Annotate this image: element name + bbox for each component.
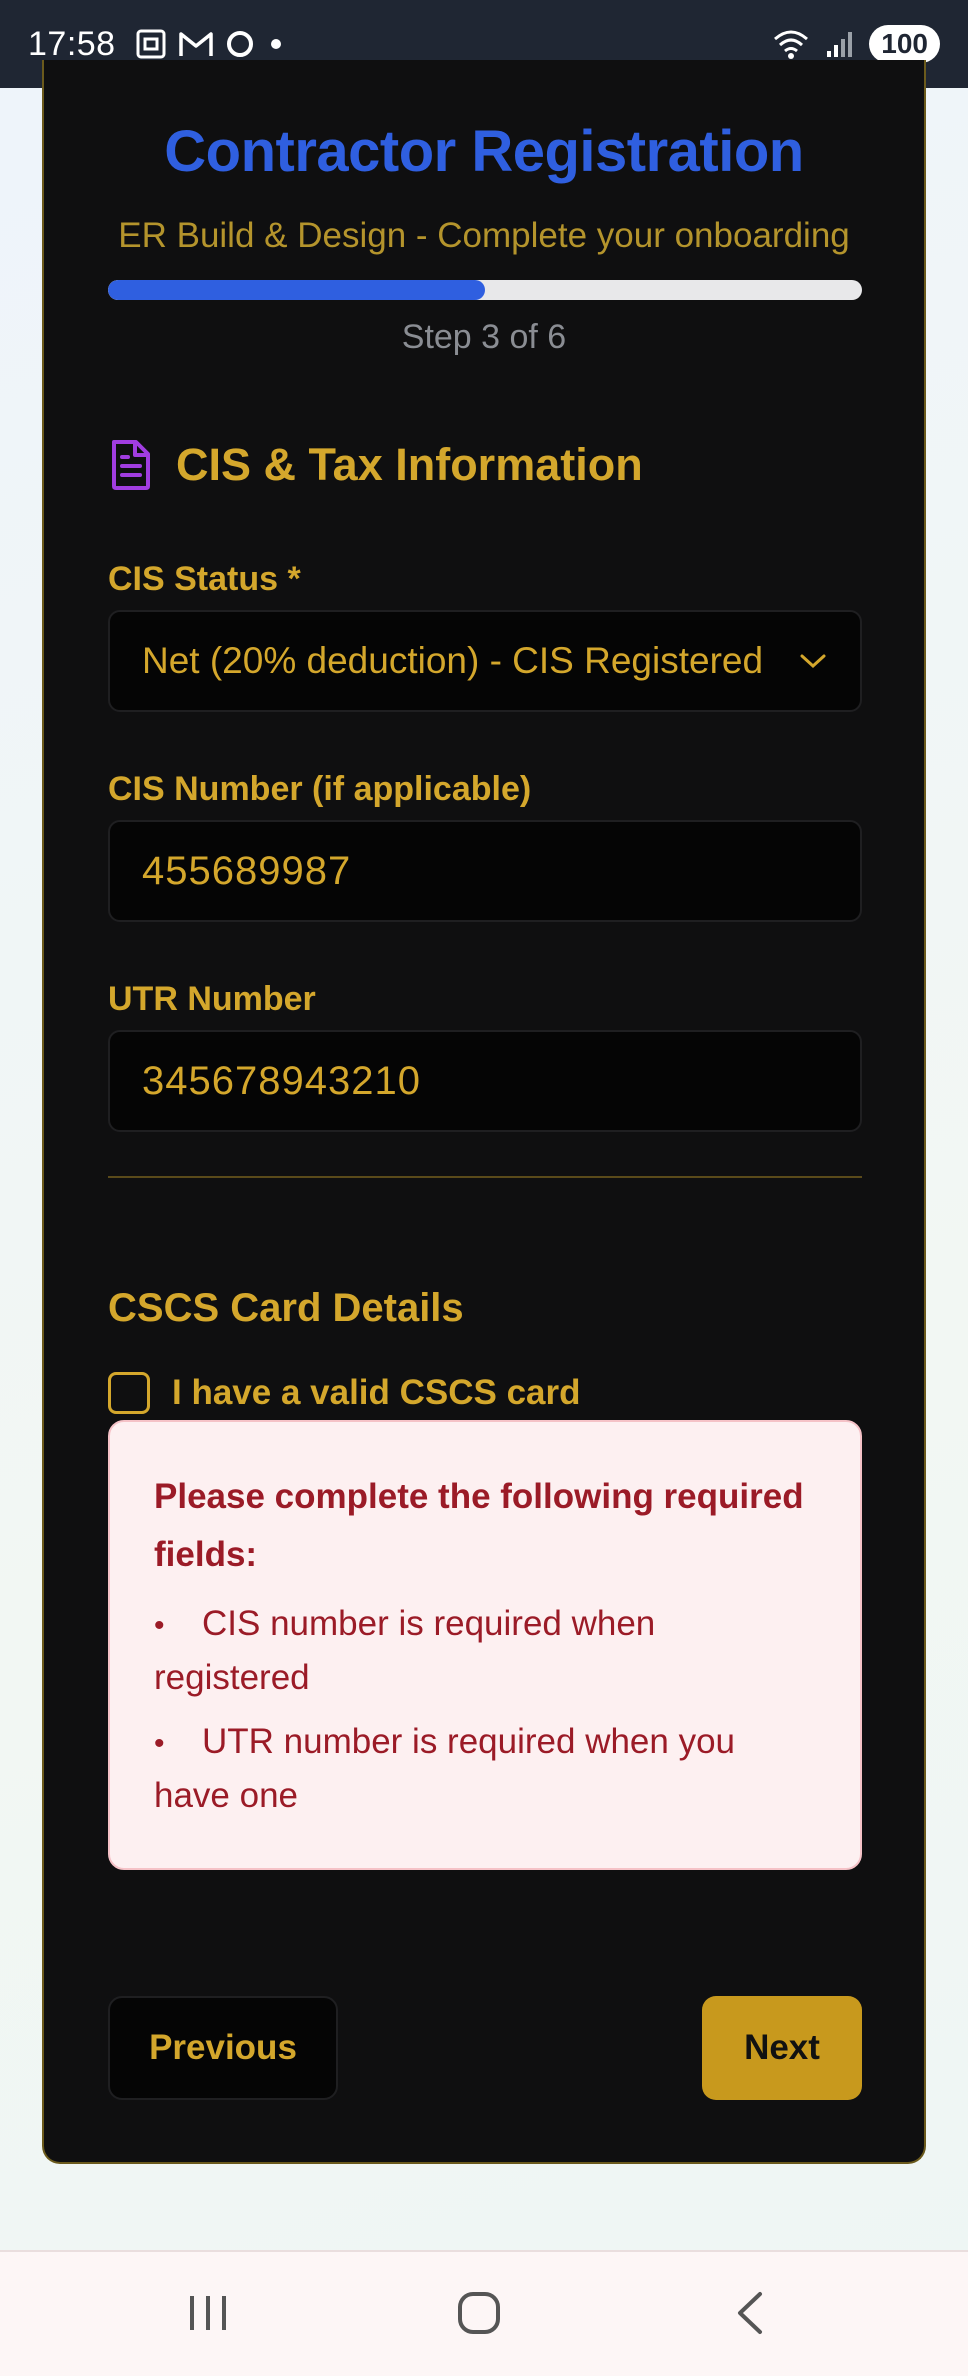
battery-icon: 100 — [869, 25, 940, 63]
utr-number-value: 345678943210 — [142, 1058, 421, 1103]
error-title: Please complete the following required f… — [154, 1477, 804, 1574]
error-item-text: UTR number is required when you have one — [154, 1722, 736, 1815]
cscs-checkbox-label[interactable]: I have a valid CSCS card — [172, 1373, 581, 1413]
cscs-checkbox[interactable] — [108, 1372, 150, 1414]
system-nav-bar — [0, 2250, 968, 2376]
progress-bar — [108, 280, 862, 300]
signal-icon — [827, 32, 853, 57]
document-icon — [112, 440, 150, 490]
utr-number-input[interactable]: 345678943210 — [108, 1030, 862, 1132]
section-title: CIS & Tax Information — [176, 439, 643, 490]
error-message-box: Please complete the following required f… — [108, 1420, 862, 1870]
cis-status-label: CIS Status * — [108, 560, 301, 598]
notification-icons — [134, 27, 286, 61]
section-divider — [108, 1176, 862, 1178]
cscs-checkbox-row[interactable]: I have a valid CSCS card — [108, 1372, 581, 1414]
chevron-down-icon — [800, 654, 826, 669]
utr-number-label: UTR Number — [108, 980, 316, 1018]
page-subtitle: ER Build & Design - Complete your onboar… — [118, 216, 850, 255]
step-indicator: Step 3 of 6 — [401, 318, 567, 356]
circle-app-icon — [226, 31, 253, 57]
cis-number-input[interactable]: 455689987 — [108, 820, 862, 922]
dot-icon — [270, 39, 281, 49]
gmail-icon — [178, 32, 213, 56]
cscs-heading: CSCS Card Details — [108, 1286, 464, 1330]
back-icon[interactable] — [732, 2290, 768, 2336]
bullet-icon: • — [154, 1609, 165, 1642]
system-icons: 100 — [771, 25, 940, 63]
section-header: CIS & Tax Information — [108, 438, 643, 492]
progress-fill — [108, 280, 485, 300]
home-icon[interactable] — [456, 2290, 502, 2336]
cis-number-label: CIS Number (if applicable) — [108, 770, 532, 808]
page-title: Contractor Registration — [164, 119, 804, 184]
list-item: • UTR number is required when you have on… — [154, 1716, 816, 1822]
bullet-icon: • — [154, 1727, 165, 1760]
cis-number-value: 455689987 — [142, 848, 352, 893]
status-time: 17:58 — [28, 24, 116, 63]
wifi-icon — [774, 30, 809, 59]
error-item-text: CIS number is required when registered — [154, 1604, 656, 1697]
cis-status-value: Net (20% deduction) - CIS Registered — [142, 640, 764, 681]
next-button[interactable]: Next — [702, 1996, 862, 2100]
previous-button[interactable]: Previous — [108, 1996, 338, 2100]
cis-status-select[interactable]: Net (20% deduction) - CIS Registered — [108, 610, 862, 712]
registration-card: Contractor Registration ER Build & Desig… — [42, 60, 926, 2164]
error-list: • CIS number is required when registered … — [154, 1598, 816, 1822]
recent-apps-icon[interactable] — [186, 2290, 230, 2336]
list-item: • CIS number is required when registered — [154, 1598, 816, 1704]
screenshot-icon — [136, 29, 166, 59]
